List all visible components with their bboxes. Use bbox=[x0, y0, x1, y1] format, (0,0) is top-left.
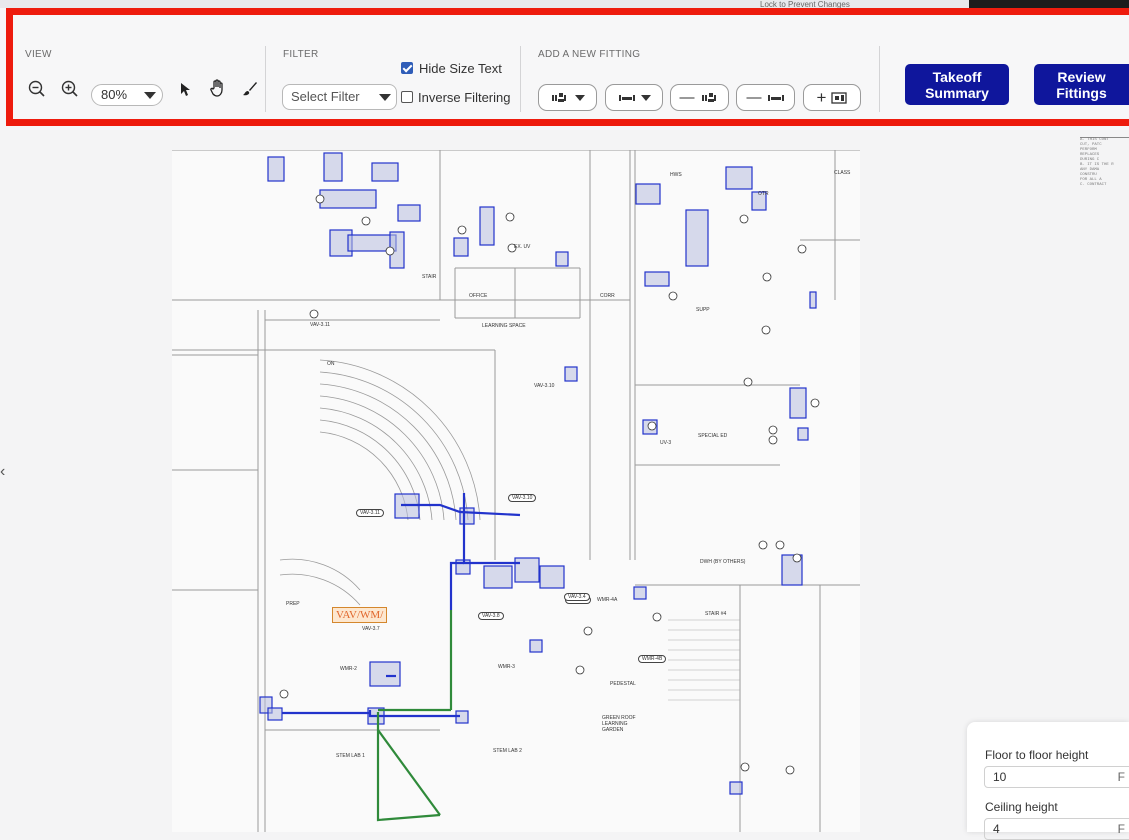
drawing-label: DWH (BY OTHERS) bbox=[700, 559, 746, 565]
save-changes-button[interactable] bbox=[969, 0, 1129, 8]
drawing-label: CLASS bbox=[834, 170, 851, 176]
drawing-label: WMR-4A bbox=[597, 597, 618, 603]
floor-height-label: Floor to floor height bbox=[985, 748, 1089, 762]
drawing-label: SUPP bbox=[696, 307, 710, 313]
drawing-label: VAV-3.10 bbox=[508, 494, 537, 502]
window-top-strip: Lock to Prevent Changes bbox=[0, 0, 1129, 9]
drawing-label: STAIR #4 bbox=[705, 611, 727, 617]
collapse-left-chevron-icon[interactable]: ‹ bbox=[0, 463, 5, 481]
drawing-label: VAV-3.10 bbox=[534, 383, 555, 389]
markup-annotation[interactable]: VAV/WM/ bbox=[332, 607, 388, 623]
drawing-label: WMR-2 bbox=[340, 666, 357, 672]
drawing-label: UV-3 bbox=[660, 440, 672, 446]
floor-height-input[interactable]: 10 F bbox=[984, 766, 1129, 788]
floor-plan-drawing bbox=[172, 149, 860, 832]
drawing-label: PREP bbox=[286, 601, 300, 607]
drawing-label: CORR bbox=[600, 293, 615, 299]
drawing-label: VAV-3.4 bbox=[564, 593, 590, 601]
drawing-label: LEARNING SPACE bbox=[482, 323, 526, 329]
drawing-label: STAIR bbox=[422, 274, 437, 280]
drawing-label: OTR bbox=[758, 191, 769, 197]
drawing-label: GREEN ROOF LEARNING GARDEN bbox=[602, 715, 636, 733]
floor-height-unit: F bbox=[1117, 770, 1125, 784]
drawing-label: ON bbox=[327, 361, 335, 367]
drawing-label: HWS bbox=[670, 172, 682, 178]
drawing-label: VAV-3.11 bbox=[356, 509, 385, 517]
general-notes: A. THIS CONT CUT, PATC PERFORM REPLACES DURI… bbox=[1080, 137, 1129, 238]
note-line: C. CONTRACT bbox=[1080, 183, 1107, 187]
toolbar-highlight-box bbox=[6, 8, 1129, 126]
drawing-label: PEDESTAL bbox=[610, 681, 636, 687]
height-settings-panel: Floor to floor height 10 F Ceiling heigh… bbox=[967, 722, 1129, 840]
ceiling-height-unit: F bbox=[1117, 822, 1125, 836]
drawing-label: VAV-3.7 bbox=[362, 626, 380, 632]
drawing-label: SPECIAL ED bbox=[698, 433, 728, 439]
drawing-label: VAV-3.8 bbox=[478, 612, 504, 620]
drawing-label: STEM LAB 2 bbox=[493, 748, 522, 754]
drawing-label: VAV-3.11 bbox=[310, 322, 331, 328]
floor-height-value: 10 bbox=[993, 770, 1007, 784]
drawing-label: EX. UV bbox=[514, 244, 531, 250]
drawing-label: WMR-3 bbox=[498, 664, 515, 670]
drawing-label: WMR-4B bbox=[638, 655, 667, 663]
drawing-label: OFFICE bbox=[469, 293, 488, 299]
floor-plan-sheet[interactable]: VAV-3.11 VAV-3.10 VAV-3.11 VAV-3.10 VAV-… bbox=[172, 149, 860, 832]
ceiling-height-value: 4 bbox=[993, 822, 1000, 836]
ceiling-height-input[interactable]: 4 F bbox=[984, 818, 1129, 840]
ceiling-height-label: Ceiling height bbox=[985, 800, 1058, 814]
drawing-label: STEM LAB 1 bbox=[336, 753, 365, 759]
